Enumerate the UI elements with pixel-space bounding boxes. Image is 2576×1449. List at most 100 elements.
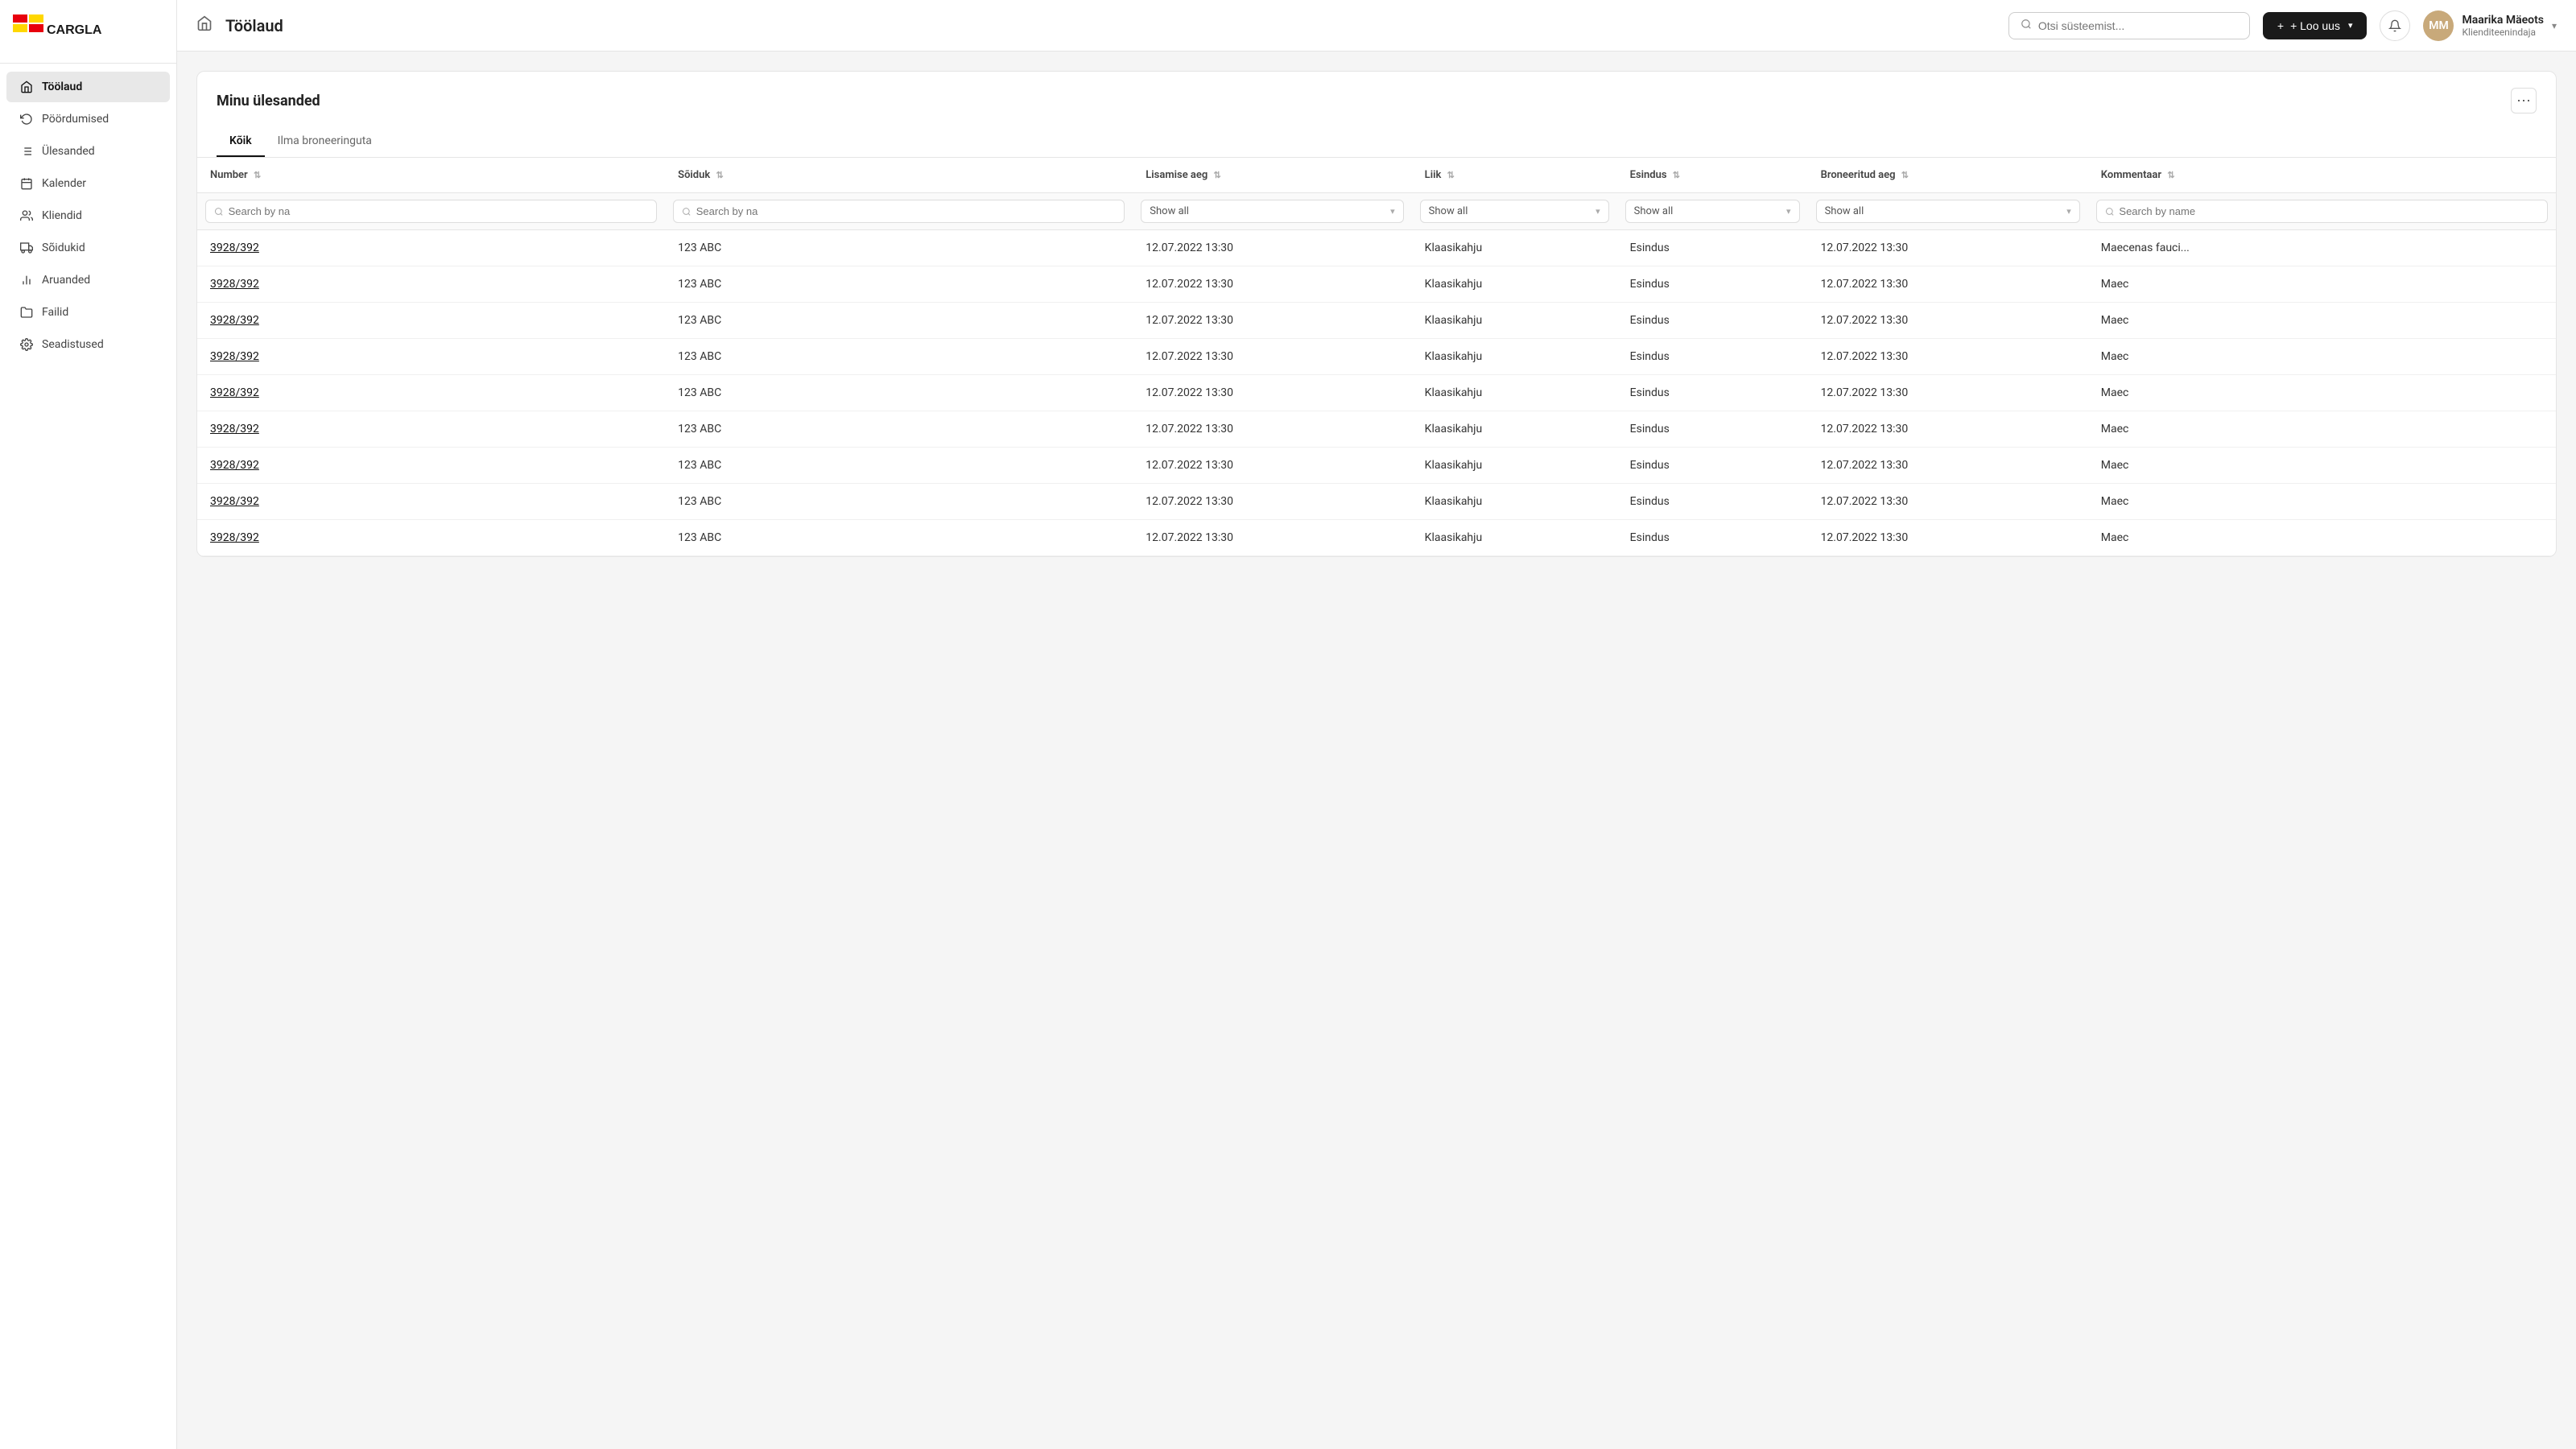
cell-number: 3928/392 [197, 303, 665, 339]
global-search-input[interactable] [2038, 19, 2238, 32]
cell-soiduk: 123 ABC [665, 230, 1133, 266]
global-search[interactable] [2008, 12, 2250, 39]
sidebar-item-poordumised[interactable]: Pöördumised [6, 104, 170, 134]
home-icon [19, 80, 34, 94]
cell-lisamise-aeg: 12.07.2022 13:30 [1133, 375, 1411, 411]
sort-icon: ⇅ [1214, 170, 1221, 180]
number-link[interactable]: 3928/392 [210, 423, 259, 436]
logo: CARGLASS [0, 0, 176, 64]
number-link[interactable]: 3928/392 [210, 495, 259, 508]
table-row: 3928/392 123 ABC 12.07.2022 13:30 Klaasi… [197, 520, 2556, 556]
number-search-input[interactable] [229, 205, 649, 217]
chevron-down-icon: ▾ [1390, 206, 1395, 217]
user-info: Maarika Mäeots Klienditeenindaja [2462, 14, 2543, 38]
tab-ilma[interactable]: Ilma broneeringuta [265, 126, 385, 157]
cell-esindus: Esindus [1617, 266, 1808, 303]
table-row: 3928/392 123 ABC 12.07.2022 13:30 Klaasi… [197, 230, 2556, 266]
sort-icon: ⇅ [2167, 170, 2174, 180]
cell-broneeritud-aeg: 12.07.2022 13:30 [1808, 303, 2088, 339]
sidebar-item-label: Kalender [42, 177, 86, 190]
filter-number [197, 193, 665, 230]
sidebar-item-label: Pöördumised [42, 113, 109, 126]
table-body: 3928/392 123 ABC 12.07.2022 13:30 Klaasi… [197, 230, 2556, 556]
user-menu[interactable]: MM Maarika Mäeots Klienditeenindaja ▾ [2423, 10, 2557, 41]
create-new-button[interactable]: + + Loo uus ▾ [2263, 12, 2368, 39]
sidebar-item-soidukid[interactable]: Sõidukid [6, 233, 170, 263]
number-link[interactable]: 3928/392 [210, 278, 259, 291]
create-new-label: + Loo uus [2290, 19, 2340, 32]
card-more-button[interactable]: ⋯ [2511, 88, 2537, 114]
table-row: 3928/392 123 ABC 12.07.2022 13:30 Klaasi… [197, 266, 2556, 303]
sidebar-item-failid[interactable]: Failid [6, 297, 170, 328]
col-number[interactable]: Number ⇅ [197, 158, 665, 193]
sidebar-item-seadistused[interactable]: Seadistused [6, 329, 170, 360]
settings-icon [19, 337, 34, 352]
cell-kommentaar: Maec [2088, 303, 2556, 339]
cell-lisamise-aeg: 12.07.2022 13:30 [1133, 411, 1411, 448]
lisamise-aeg-filter-select[interactable]: Show all ▾ [1141, 200, 1403, 223]
broneeritud-aeg-filter-select[interactable]: Show all ▾ [1816, 200, 2080, 223]
number-link[interactable]: 3928/392 [210, 459, 259, 472]
cell-esindus: Esindus [1617, 411, 1808, 448]
number-link[interactable]: 3928/392 [210, 350, 259, 363]
cell-liik: Klaasikahju [1412, 484, 1617, 520]
cell-broneeritud-aeg: 12.07.2022 13:30 [1808, 520, 2088, 556]
user-name: Maarika Mäeots [2462, 14, 2543, 27]
cell-soiduk: 123 ABC [665, 484, 1133, 520]
kommentaar-filter-input[interactable] [2096, 200, 2548, 223]
number-link[interactable]: 3928/392 [210, 314, 259, 327]
col-broneeritud-aeg[interactable]: Broneeritud aeg ⇅ [1808, 158, 2088, 193]
cell-lisamise-aeg: 12.07.2022 13:30 [1133, 448, 1411, 484]
liik-filter-select[interactable]: Show all ▾ [1420, 200, 1609, 223]
cell-liik: Klaasikahju [1412, 448, 1617, 484]
cell-kommentaar: Maec [2088, 339, 2556, 375]
number-link[interactable]: 3928/392 [210, 386, 259, 399]
card-header: Minu ülesanded ⋯ [197, 72, 2556, 114]
sidebar-item-label: Ülesanded [42, 145, 95, 158]
table-header-row: Number ⇅ Sõiduk ⇅ Lisamise aeg ⇅ [197, 158, 2556, 193]
cell-soiduk: 123 ABC [665, 448, 1133, 484]
notifications-button[interactable] [2380, 10, 2410, 41]
cell-esindus: Esindus [1617, 375, 1808, 411]
sidebar-item-kalender[interactable]: Kalender [6, 168, 170, 199]
soiduk-filter-input[interactable] [673, 200, 1125, 223]
esindus-filter-select[interactable]: Show all ▾ [1625, 200, 1800, 223]
col-kommentaar[interactable]: Kommentaar ⇅ [2088, 158, 2556, 193]
col-lisamise-aeg[interactable]: Lisamise aeg ⇅ [1133, 158, 1411, 193]
sidebar-item-label: Kliendid [42, 209, 82, 222]
cell-number: 3928/392 [197, 375, 665, 411]
sidebar-nav: Töölaud Pöördumised Ülesanded Kalender K [0, 64, 176, 1449]
cell-broneeritud-aeg: 12.07.2022 13:30 [1808, 266, 2088, 303]
sort-icon: ⇅ [1901, 170, 1909, 180]
col-soiduk[interactable]: Sõiduk ⇅ [665, 158, 1133, 193]
sort-icon: ⇅ [716, 170, 723, 180]
header: Töölaud + + Loo uus ▾ MM Maarika Mäeots … [177, 0, 2576, 52]
kommentaar-search-input[interactable] [2119, 205, 2539, 217]
col-esindus[interactable]: Esindus ⇅ [1617, 158, 1808, 193]
sidebar-item-toolaud[interactable]: Töölaud [6, 72, 170, 102]
cell-number: 3928/392 [197, 266, 665, 303]
cell-broneeritud-aeg: 12.07.2022 13:30 [1808, 339, 2088, 375]
sidebar-item-ulesanded[interactable]: Ülesanded [6, 136, 170, 167]
number-link[interactable]: 3928/392 [210, 531, 259, 544]
sidebar-item-aruanded[interactable]: Aruanded [6, 265, 170, 295]
cell-number: 3928/392 [197, 520, 665, 556]
number-link[interactable]: 3928/392 [210, 242, 259, 254]
soiduk-search-input[interactable] [696, 205, 1117, 217]
number-filter-input[interactable] [205, 200, 657, 223]
table-row: 3928/392 123 ABC 12.07.2022 13:30 Klaasi… [197, 411, 2556, 448]
tab-koik[interactable]: Kõik [217, 126, 265, 157]
refresh-icon [19, 112, 34, 126]
cell-liik: Klaasikahju [1412, 230, 1617, 266]
content-area: Minu ülesanded ⋯ Kõik Ilma broneeringuta… [177, 52, 2576, 1449]
header-home-icon[interactable] [196, 15, 213, 35]
col-liik[interactable]: Liik ⇅ [1412, 158, 1617, 193]
cell-soiduk: 123 ABC [665, 375, 1133, 411]
tabs: Kõik Ilma broneeringuta [197, 126, 2556, 158]
cell-number: 3928/392 [197, 484, 665, 520]
cell-kommentaar: Maec [2088, 484, 2556, 520]
sidebar-item-kliendid[interactable]: Kliendid [6, 200, 170, 231]
user-role: Klienditeenindaja [2462, 27, 2543, 38]
truck-icon [19, 241, 34, 255]
cell-lisamise-aeg: 12.07.2022 13:30 [1133, 520, 1411, 556]
